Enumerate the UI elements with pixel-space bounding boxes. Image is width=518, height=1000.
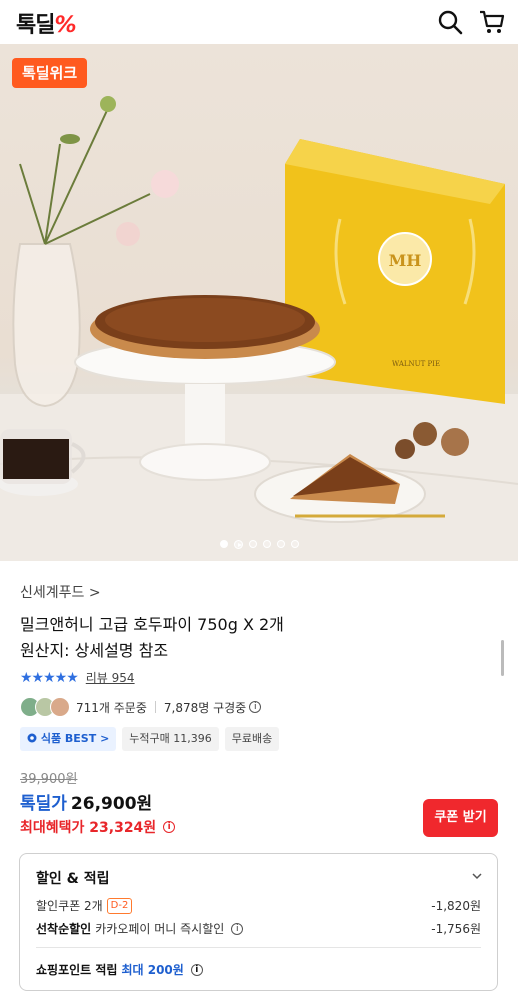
talkdeal-logo[interactable]: 톡딜%	[16, 7, 77, 39]
deal-price: 26,900원	[70, 794, 153, 814]
info-icon[interactable]: i	[249, 701, 262, 713]
carousel-dot[interactable]	[248, 540, 257, 548]
divider	[36, 947, 481, 948]
info-icon[interactable]: i	[163, 821, 176, 833]
cart-icon[interactable]	[478, 8, 506, 36]
box-label: WALNUT PIE	[392, 360, 440, 368]
best-badge-icon	[27, 733, 37, 743]
carousel-dot[interactable]	[219, 540, 228, 548]
carousel-dot[interactable]	[276, 540, 285, 548]
max-benefit-price: 최대혜택가 23,324원	[20, 820, 157, 836]
coupon-discount-row: 할인쿠폰 2개 D-2 -1,820원	[36, 897, 481, 914]
point-label: 쇼핑포인트 적립	[36, 963, 118, 977]
chip-label: 식품 BEST >	[40, 732, 110, 745]
logo-mark: %	[54, 13, 76, 38]
chip-cumulative-purchases: 누적구매 11,396	[122, 727, 219, 751]
max-benefit-row: 최대혜택가 23,324원 i	[20, 817, 176, 837]
rating-row: ★★★★★ 리뷰 954	[20, 669, 135, 686]
top-header: 톡딜%	[0, 0, 518, 44]
buyer-thumbnail	[50, 697, 70, 717]
deal-price-row: 톡딜가 26,900원	[20, 789, 152, 814]
carousel-dot[interactable]	[290, 540, 299, 548]
shopping-point-row: 쇼핑포인트 적립 최대 200원 i	[36, 961, 203, 978]
product-origin: 원산지: 상세설명 참조	[20, 641, 169, 660]
box-brand: MH	[389, 251, 422, 270]
talkdeal-week-badge: 톡딜위크	[12, 58, 88, 88]
rating-stars: ★★★★★	[20, 669, 79, 686]
deal-label: 톡딜가	[20, 794, 67, 814]
search-icon[interactable]	[436, 8, 464, 36]
kakaopay-label: 카카오페이 머니 즉시할인	[95, 922, 225, 936]
coupon-value: -1,820원	[431, 899, 481, 913]
orders-count: 711개 주문중	[76, 700, 147, 715]
first-come-value: -1,756원	[431, 922, 481, 936]
carousel-indicator	[0, 540, 518, 549]
viewers-count: 7,878명 구경중	[163, 700, 247, 715]
play-icon[interactable]	[233, 540, 243, 549]
first-come-label: 선착순할인	[36, 922, 92, 936]
divider	[154, 701, 156, 713]
review-link[interactable]: 리뷰 954	[86, 669, 135, 686]
chevron-down-icon[interactable]	[471, 870, 483, 882]
logo-text: 톡딜	[16, 13, 55, 38]
product-title: 밀크앤허니 고급 호두파이 750g X 2개	[20, 615, 284, 634]
first-come-discount-row: 선착순할인 카카오페이 머니 즉시할인 i -1,756원	[36, 920, 481, 937]
discount-title: 할인 & 적립	[36, 871, 110, 887]
carousel-dot[interactable]	[262, 540, 271, 548]
seller-link[interactable]: 신세계푸드 >	[20, 582, 101, 602]
coupon-label: 할인쿠폰 2개	[36, 899, 103, 913]
get-coupon-button[interactable]: 쿠폰 받기	[423, 799, 498, 837]
scrollbar[interactable]	[501, 640, 504, 676]
product-chips: 식품 BEST > 누적구매 11,396 무료배송	[20, 727, 280, 751]
buyer-thumbnails	[20, 697, 70, 717]
order-status-row: 711개 주문중 7,878명 구경중 i	[20, 697, 262, 717]
chip-free-shipping: 무료배송	[224, 727, 280, 751]
discount-panel[interactable]: 할인 & 적립 할인쿠폰 2개 D-2 -1,820원 선착순할인 카카오페이 …	[19, 853, 498, 991]
info-icon[interactable]: i	[231, 922, 244, 935]
point-value: 최대 200원	[121, 963, 184, 977]
info-icon[interactable]: i	[190, 963, 203, 976]
d-day-badge: D-2	[106, 897, 133, 914]
original-price: 39,900원	[20, 772, 78, 787]
product-image-carousel[interactable]: MH WALNUT PIE 톡딜위크	[0, 44, 518, 561]
product-photo: MH WALNUT PIE	[0, 96, 518, 561]
chip-food-best[interactable]: 식품 BEST >	[20, 727, 117, 751]
